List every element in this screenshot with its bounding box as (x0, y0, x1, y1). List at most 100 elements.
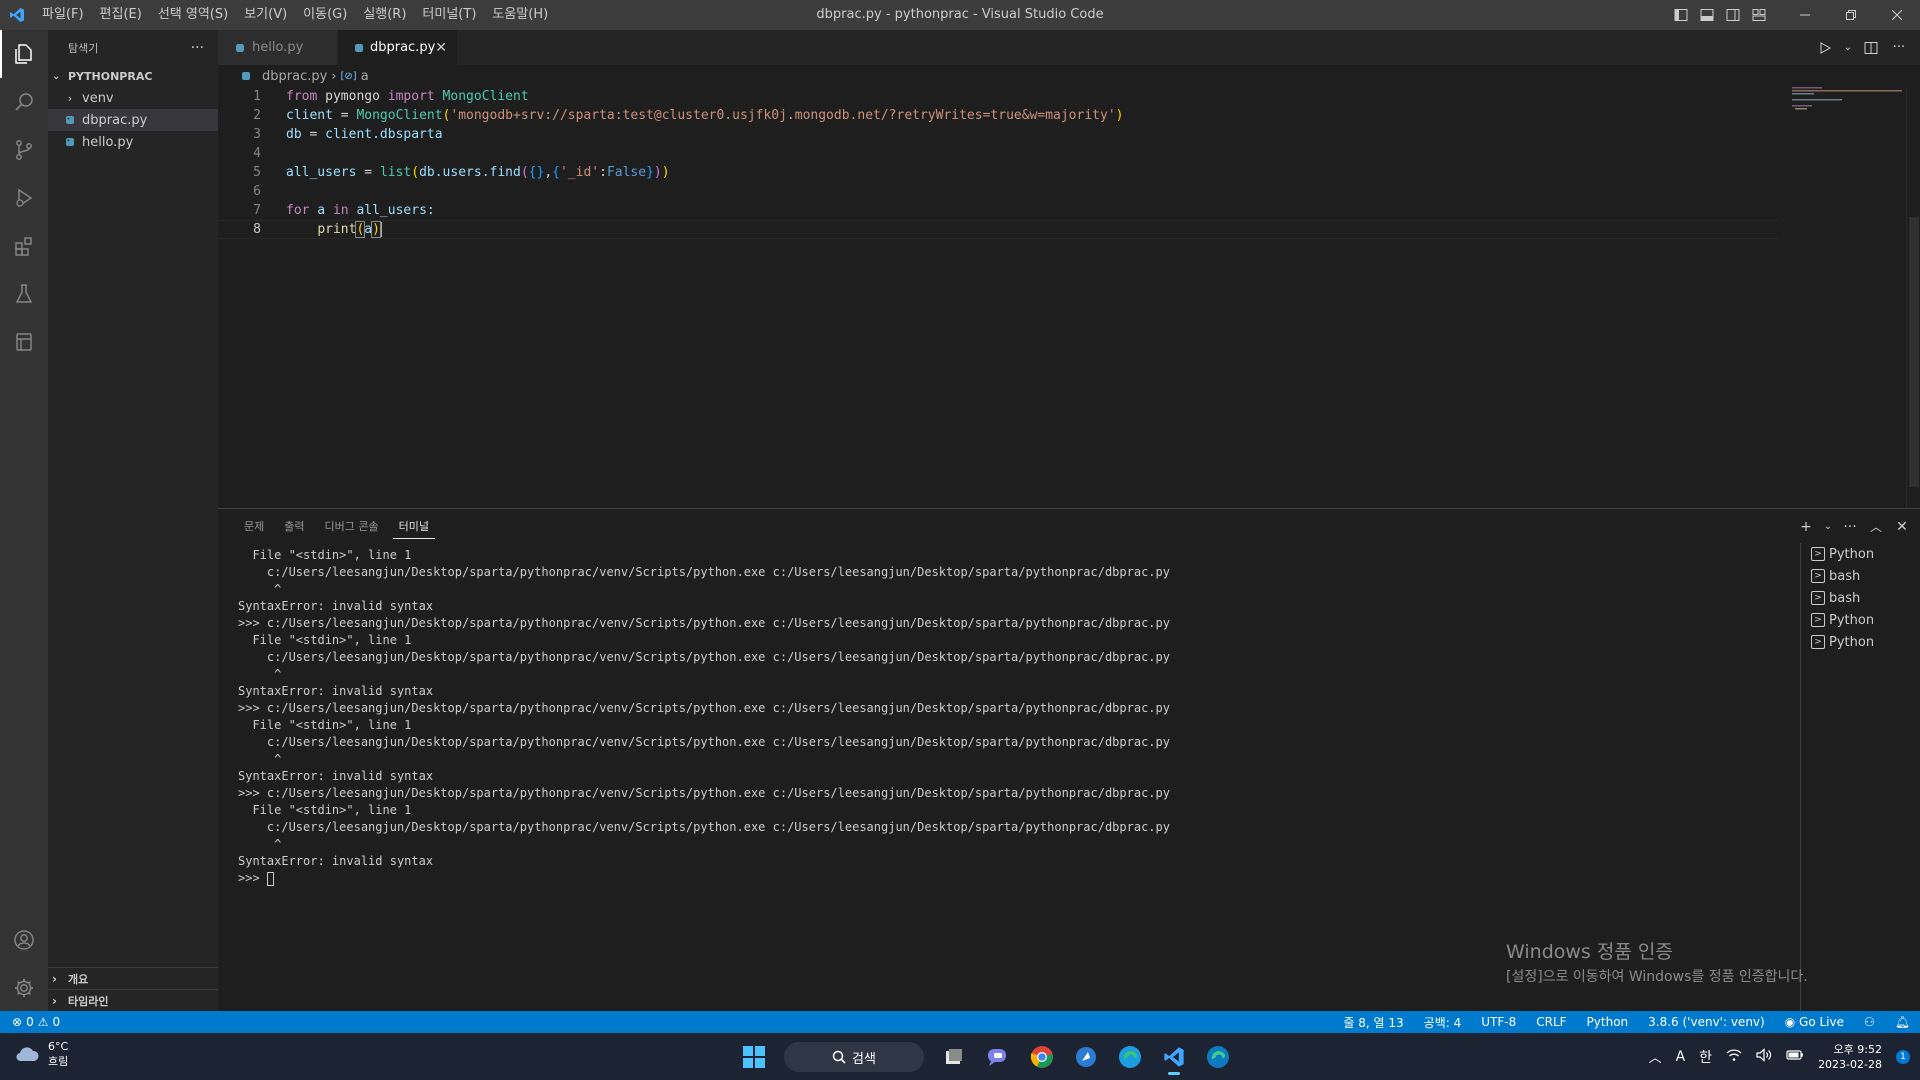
string: 'mongodb+srv://sparta:test@cluster0.usjf… (450, 108, 1116, 123)
terminal-line: >>> c:/Users/leesangjun/Desktop/sparta/p… (238, 701, 1170, 715)
tab-hello-py[interactable]: hello.py (218, 30, 338, 65)
run-debug-icon[interactable] (0, 174, 48, 222)
code-editor[interactable]: 1 from pymongo import MongoClient 2 clie… (218, 87, 1778, 239)
show-hidden-icons-chevron-up-icon[interactable]: ︿ (1649, 1047, 1662, 1066)
new-terminal-plus-icon[interactable]: + (1796, 516, 1816, 538)
project-folder-header[interactable]: ⌄ PYTHONPRAC (48, 65, 218, 87)
restore-button[interactable] (1828, 0, 1874, 30)
menu-file[interactable]: 파일(F) (34, 0, 92, 30)
tree-item-hello[interactable]: hello.py (48, 131, 218, 153)
editor-scrollbar[interactable] (1906, 87, 1920, 508)
tree-item-dbprac[interactable]: dbprac.py (48, 109, 218, 131)
source-control-icon[interactable] (0, 126, 48, 174)
customize-layout-icon[interactable] (1746, 0, 1772, 30)
task-view-icon[interactable] (936, 1039, 972, 1075)
terminal-instance-bash[interactable]: > bash (1811, 565, 1920, 587)
pinned-app-arrow-icon[interactable] (1068, 1039, 1104, 1075)
tab-problems[interactable]: 문제 (238, 509, 270, 544)
python-interpreter[interactable]: 3.8.6 ('venv': venv) (1648, 1015, 1765, 1029)
terminal-dropdown-chevron-icon[interactable]: ⌄ (1822, 516, 1834, 538)
settings-gear-icon[interactable] (0, 964, 48, 1012)
notifications-bell-icon[interactable]: 🔔︎ (1895, 1015, 1910, 1029)
tab-terminal[interactable]: 터미널 (392, 514, 435, 539)
remote-explorer-icon[interactable] (0, 318, 48, 366)
variable: client (286, 108, 333, 123)
split-editor-icon[interactable] (1860, 37, 1882, 59)
editor-more-actions-icon[interactable]: ··· (1888, 37, 1910, 59)
indentation[interactable]: 공백: 4 (1424, 1014, 1462, 1031)
tab-dbprac-py[interactable]: dbprac.py ✕ (338, 30, 458, 65)
vscode-taskbar-icon[interactable] (1156, 1039, 1192, 1075)
edge-icon[interactable] (1112, 1039, 1148, 1075)
timeline-section[interactable]: › 타임라인 (48, 989, 218, 1011)
chevron-right-icon: › (67, 91, 73, 105)
close-window-button[interactable] (1874, 0, 1920, 30)
testing-icon[interactable] (0, 270, 48, 318)
panel-more-actions-icon[interactable]: ··· (1840, 516, 1860, 538)
go-live-button[interactable]: ◉ Go Live (1785, 1015, 1844, 1029)
extensions-icon[interactable] (0, 222, 48, 270)
close-panel-icon[interactable]: ✕ (1892, 516, 1912, 538)
menu-go[interactable]: 이동(G) (295, 0, 355, 30)
menu-run[interactable]: 실행(R) (355, 0, 414, 30)
toggle-secondary-sidebar-icon[interactable] (1720, 0, 1746, 30)
scrollbar-thumb[interactable] (1909, 217, 1919, 487)
vscode-logo-icon[interactable] (0, 0, 34, 30)
battery-icon[interactable] (1786, 1049, 1804, 1065)
clock[interactable]: 오후 9:52 2023-02-28 (1818, 1042, 1882, 1072)
weather-widget[interactable]: 6°C 흐림 (14, 1039, 68, 1069)
notification-badge[interactable]: 1 (1896, 1049, 1910, 1064)
menu-selection[interactable]: 선택 영역(S) (150, 0, 236, 30)
menu-terminal[interactable]: 터미널(T) (414, 0, 484, 30)
breadcrumb-symbol[interactable]: a (361, 69, 369, 84)
outline-section[interactable]: › 개요 (48, 967, 218, 989)
edge-dev-icon[interactable] (1200, 1039, 1236, 1075)
run-python-file-icon[interactable] (1814, 37, 1836, 59)
explorer-icon[interactable] (0, 30, 48, 78)
line-number: 6 (253, 184, 261, 199)
terminal-icon: > (1811, 569, 1825, 583)
wifi-icon[interactable] (1726, 1048, 1742, 1066)
input-language[interactable]: 한 (1699, 1047, 1712, 1067)
run-dropdown-chevron-icon[interactable]: ⌄ (1842, 37, 1854, 59)
feedback-icon[interactable]: ⚇ (1864, 1015, 1875, 1029)
close-tab-icon[interactable]: ✕ (435, 40, 447, 56)
terminal-output[interactable]: File "<stdin>", line 1 c:/Users/leesangj… (238, 547, 1588, 887)
terminal-instance-python[interactable]: > Python (1811, 543, 1920, 565)
terminal-line: >>> c:/Users/leesangjun/Desktop/sparta/p… (238, 786, 1170, 800)
tree-item-venv[interactable]: › venv (48, 87, 218, 109)
breadcrumb-file[interactable]: dbprac.py (262, 69, 327, 84)
terminal-instance-python[interactable]: > Python (1811, 609, 1920, 631)
toggle-sidebar-icon[interactable] (1668, 0, 1694, 30)
menu-view[interactable]: 보기(V) (236, 0, 295, 30)
more-actions-icon[interactable]: ··· (191, 40, 204, 56)
bottom-panel: 문제 출력 디버그 콘솔 터미널 + ⌄ ··· ︿ ✕ File "<stdi… (218, 508, 1920, 1012)
accounts-icon[interactable] (0, 916, 48, 964)
search-icon[interactable] (0, 78, 48, 126)
terminal-instance-python[interactable]: > Python (1811, 631, 1920, 653)
toggle-panel-icon[interactable] (1694, 0, 1720, 30)
encoding[interactable]: UTF-8 (1481, 1015, 1516, 1029)
taskbar-search[interactable]: 검색 (784, 1042, 924, 1072)
language-mode[interactable]: Python (1587, 1015, 1629, 1029)
terminal-instance-bash[interactable]: > bash (1811, 587, 1920, 609)
tab-debug-console[interactable]: 디버그 콘솔 (319, 509, 385, 544)
cursor-position[interactable]: 줄 8, 열 13 (1343, 1014, 1403, 1031)
line-number: 7 (253, 203, 261, 218)
minimap[interactable] (1792, 87, 1902, 127)
ime-mode[interactable]: A (1676, 1049, 1686, 1065)
minimize-button[interactable] (1782, 0, 1828, 30)
project-name: PYTHONPRAC (68, 69, 153, 83)
end-of-line[interactable]: CRLF (1536, 1015, 1566, 1029)
teams-chat-icon[interactable] (980, 1039, 1016, 1075)
menu-help[interactable]: 도움말(H) (484, 0, 556, 30)
volume-icon[interactable] (1756, 1047, 1772, 1066)
tab-output[interactable]: 출력 (278, 509, 310, 544)
start-button-windows-icon[interactable] (736, 1039, 772, 1075)
maximize-panel-chevron-up-icon[interactable]: ︿ (1866, 516, 1886, 538)
problems-status[interactable]: ⊗ 0 ⚠ 0 (0, 1015, 60, 1029)
chrome-icon[interactable] (1024, 1039, 1060, 1075)
menu-edit[interactable]: 편집(E) (92, 0, 150, 30)
explorer-header: 탐색기 ··· (48, 30, 218, 65)
text-cursor (379, 222, 382, 237)
